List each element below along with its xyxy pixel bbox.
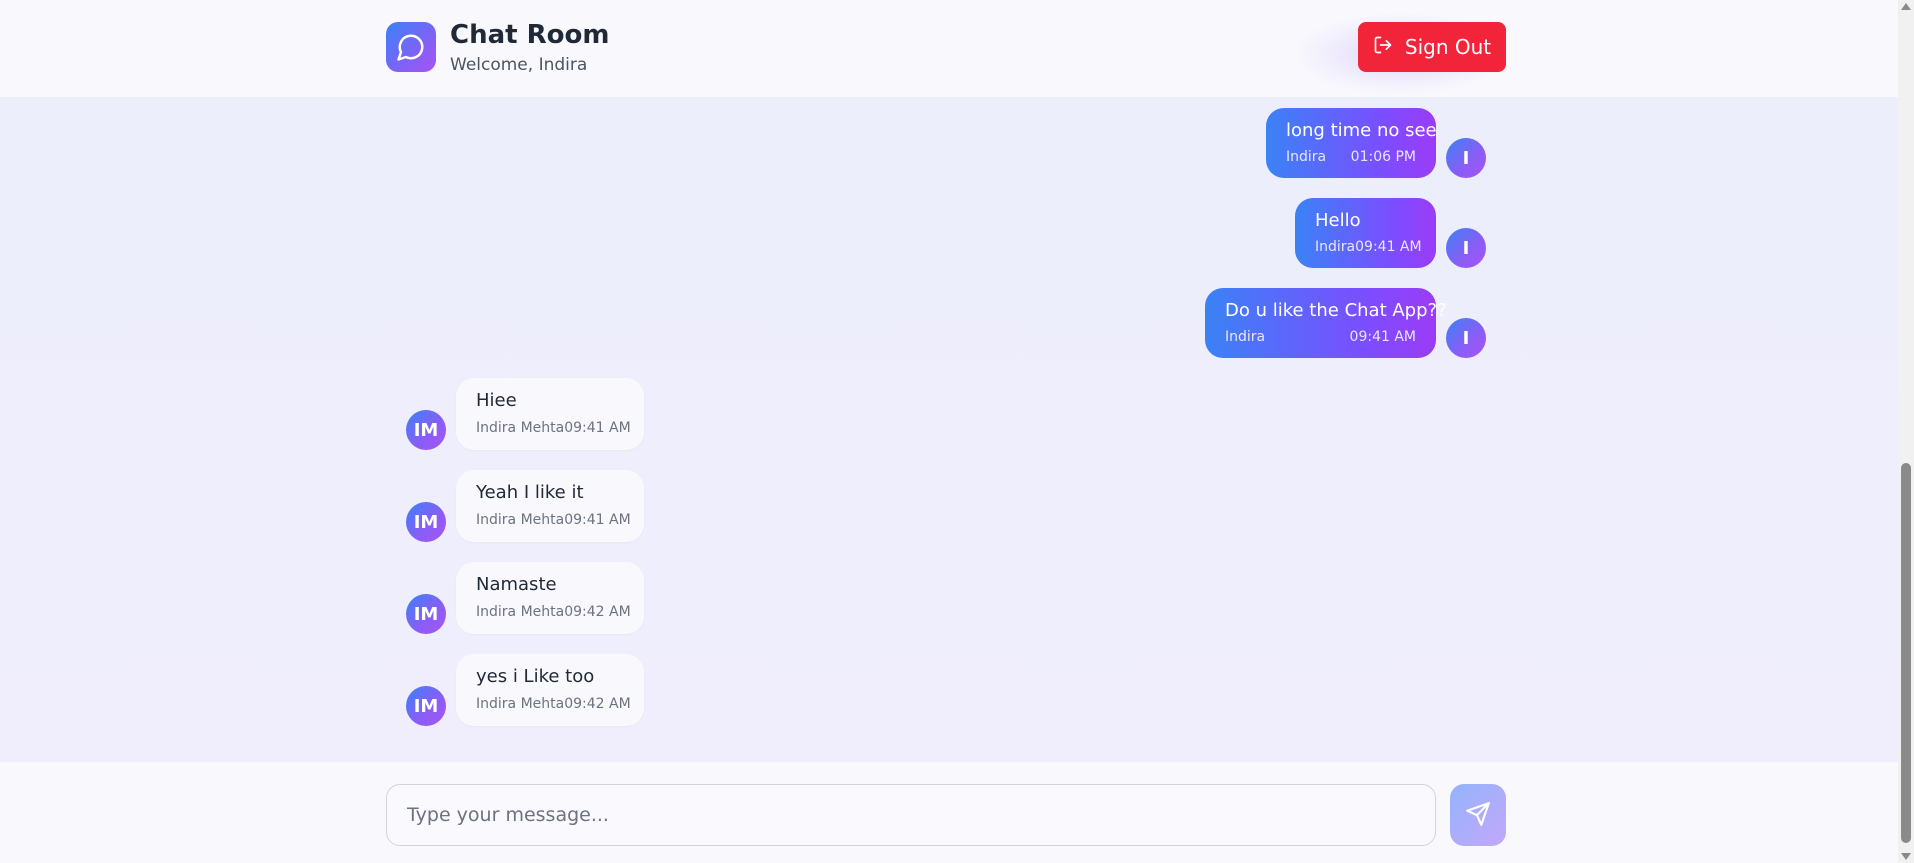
avatar: IM — [406, 686, 446, 726]
message-time: 09:41 AM — [1349, 329, 1416, 345]
message-text: yes i Like too — [476, 666, 595, 687]
avatar: I — [1446, 228, 1486, 268]
message-sender: Indira Mehta — [476, 696, 565, 712]
message-text: Hiee — [476, 390, 517, 411]
logout-icon — [1373, 35, 1393, 60]
app-title: Chat Room — [450, 20, 610, 50]
avatar: I — [1446, 318, 1486, 358]
message-sender: Indira Mehta — [476, 420, 565, 436]
send-icon — [1465, 801, 1491, 830]
message-sender: Indira Mehta — [476, 512, 565, 528]
message-time: 09:41 AM — [1355, 239, 1422, 255]
message-time: 09:41 AM — [564, 512, 631, 528]
scroll-up-arrow-icon[interactable] — [1901, 3, 1911, 10]
avatar: I — [1446, 138, 1486, 178]
app-header: Chat Room Welcome, Indira Sign Out — [0, 0, 1898, 97]
message-text: Namaste — [476, 574, 557, 595]
message-sender: Indira Mehta — [476, 604, 565, 620]
message-time: 09:41 AM — [564, 420, 631, 436]
message-time: 09:42 AM — [564, 696, 631, 712]
message-text: Do u like the Chat App?? — [1225, 300, 1447, 321]
scrollbar-thumb[interactable] — [1901, 463, 1911, 843]
avatar: IM — [406, 594, 446, 634]
scroll-down-arrow-icon[interactable] — [1901, 853, 1911, 860]
message-bubble-incoming: Hiee Indira Mehta09:41 AM — [456, 378, 644, 450]
message-time: 09:42 AM — [564, 604, 631, 620]
avatar: IM — [406, 502, 446, 542]
message-bubble-outgoing: Hello Indira 09:41 AM — [1295, 198, 1436, 268]
message-bubble-outgoing: long time no see Indira 01:06 PM — [1266, 108, 1437, 178]
sign-out-button[interactable]: Sign Out — [1358, 22, 1506, 72]
welcome-text: Welcome, Indira — [450, 55, 588, 75]
message-text: long time no see — [1286, 120, 1437, 141]
message-sender: Indira — [1225, 329, 1266, 345]
chat-bubble-icon — [386, 22, 436, 72]
message-list[interactable]: long time no see Indira 01:06 PM I Hello… — [0, 97, 1898, 762]
message-text: Yeah I like it — [476, 482, 584, 503]
scrollbar[interactable] — [1898, 0, 1914, 863]
message-bubble-incoming: Namaste Indira Mehta09:42 AM — [456, 562, 644, 634]
message-bubble-incoming: yes i Like too Indira Mehta09:42 AM — [456, 654, 644, 726]
sign-out-label: Sign Out — [1404, 35, 1492, 59]
message-bubble-incoming: Yeah I like it Indira Mehta09:41 AM — [456, 470, 644, 542]
send-button[interactable] — [1450, 784, 1506, 846]
message-text: Hello — [1315, 210, 1361, 231]
message-time: 01:06 PM — [1350, 149, 1416, 165]
message-sender: Indira — [1286, 149, 1327, 165]
message-sender: Indira — [1315, 239, 1356, 255]
message-bubble-outgoing: Do u like the Chat App?? Indira 09:41 AM — [1205, 288, 1447, 358]
message-input[interactable] — [386, 784, 1436, 846]
avatar: IM — [406, 410, 446, 450]
